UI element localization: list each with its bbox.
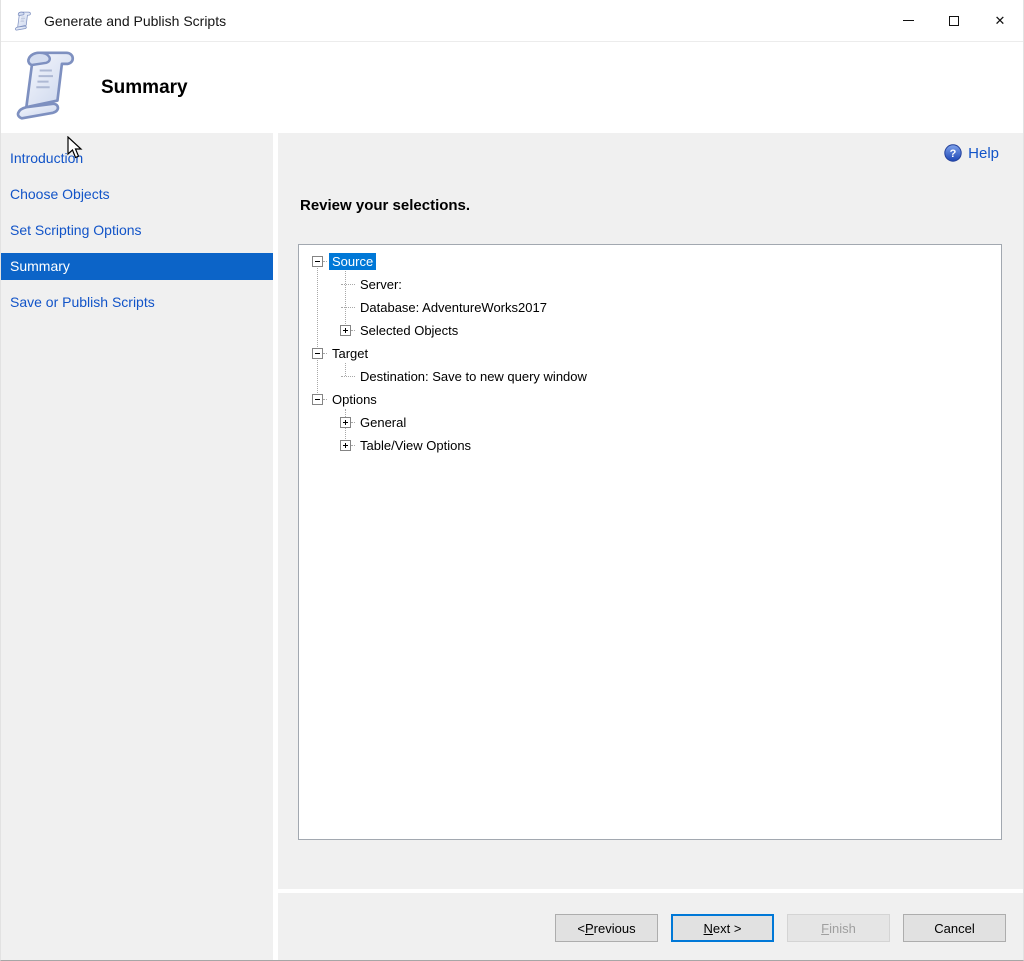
tree-row[interactable]: Table/View Options [299,434,1001,457]
maximize-icon [949,16,959,26]
close-button[interactable] [977,0,1023,41]
tree-row[interactable]: Selected Objects [299,319,1001,342]
help-question-icon: ? [944,144,962,162]
sidebar-item-save-or-publish-scripts[interactable]: Save or Publish Scripts [1,289,273,316]
tree-label[interactable]: Source [329,253,376,270]
tree-row[interactable]: Destination: Save to new query window [299,365,1001,388]
sidebar-item-summary[interactable]: Summary [1,253,273,280]
cancel-button[interactable]: Cancel [903,914,1006,942]
tree-label[interactable]: General [357,414,409,431]
expand-plus-icon[interactable] [340,440,351,451]
tree-label[interactable]: Options [329,391,380,408]
close-icon [995,13,1006,29]
svg-text:?: ? [950,148,957,160]
wizard-steps: Introduction Choose Objects Set Scripting … [1,133,273,961]
minimize-button[interactable] [885,0,931,41]
help-link[interactable]: ? Help [944,144,999,162]
sidebar-item-introduction[interactable]: Introduction [1,145,273,172]
finish-button: Finish [787,914,890,942]
tree-connector-stub [351,445,355,446]
tree-connector-stub [341,307,355,308]
window-title: Generate and Publish Scripts [44,13,226,29]
minimize-icon [903,20,914,21]
maximize-button[interactable] [931,0,977,41]
next-button[interactable]: Next > [671,914,774,942]
tree-connector-stub [323,353,327,354]
scroll-icon [14,10,36,32]
collapse-minus-icon[interactable] [312,348,323,359]
tree-connector-line [345,271,346,330]
sidebar-item-choose-objects[interactable]: Choose Objects [1,181,273,208]
tree-connector-stub [341,376,355,377]
tree-connector-stub [351,330,355,331]
instruction-text: Review your selections. [300,197,470,214]
tree-label[interactable]: Target [329,345,371,362]
tree-label[interactable]: Destination: Save to new query window [357,368,590,385]
tree-row[interactable]: Target [299,342,1001,365]
content-area: Introduction Choose Objects Set Scripting … [1,133,1023,961]
tree-label[interactable]: Selected Objects [357,322,461,339]
tree-connector-stub [341,284,355,285]
expand-plus-icon[interactable] [340,417,351,428]
tree-label[interactable]: Table/View Options [357,437,474,454]
wizard-header: Summary [1,43,1023,133]
sidebar-item-set-scripting-options[interactable]: Set Scripting Options [1,217,273,244]
tree-row[interactable]: Source [299,250,1001,273]
collapse-minus-icon[interactable] [312,256,323,267]
wizard-window: Generate and Publish Scripts Summary Int… [0,0,1024,961]
tree-connector-line [317,268,318,399]
tree-label[interactable]: Database: AdventureWorks2017 [357,299,550,316]
scroll-icon [13,45,93,125]
tree-label[interactable]: Server: [357,276,405,293]
tree-row[interactable]: Options [299,388,1001,411]
title-bar: Generate and Publish Scripts [1,0,1023,42]
tree-connector-stub [351,422,355,423]
previous-button[interactable]: < Previous [555,914,658,942]
tree-connector-line [345,363,346,376]
main-panel: ? Help Review your selections. Source Ser… [278,133,1024,889]
page-title: Summary [101,77,188,99]
footer-button-bar: < Previous Next > Finish Cancel [278,893,1024,961]
summary-tree-panel: Source Server: Database: AdventureWorks201… [298,244,1002,840]
tree-connector-stub [323,261,327,262]
expand-plus-icon[interactable] [340,325,351,336]
help-label: Help [968,145,999,162]
tree-connector-stub [323,399,327,400]
summary-tree: Source Server: Database: AdventureWorks201… [299,245,1001,839]
tree-row[interactable]: General [299,411,1001,434]
collapse-minus-icon[interactable] [312,394,323,405]
window-controls [885,0,1023,41]
tree-row[interactable]: Database: AdventureWorks2017 [299,296,1001,319]
tree-row[interactable]: Server: [299,273,1001,296]
